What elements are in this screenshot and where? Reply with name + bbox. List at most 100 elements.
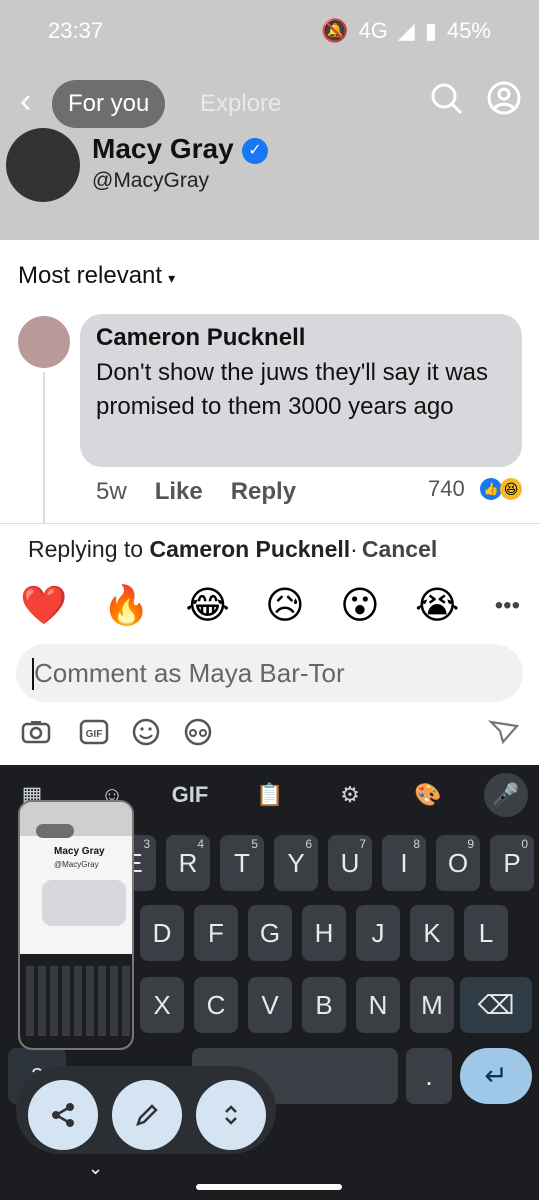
battery-label: 45% <box>446 18 491 43</box>
preview-comment <box>42 880 126 926</box>
backspace-key[interactable]: ⌫ <box>460 977 532 1033</box>
emoji-icon[interactable] <box>130 716 162 748</box>
signal-icon: ◢ <box>397 18 415 43</box>
screenshot-actions <box>16 1066 276 1154</box>
key-o[interactable]: O9 <box>436 835 480 891</box>
key-g[interactable]: G <box>248 905 292 961</box>
key-t-label: T <box>234 848 250 878</box>
sort-label: Most relevant <box>18 262 163 289</box>
comments-sheet: Most relevant ▾ Cameron Pucknell Don't sh… <box>0 240 539 765</box>
camera-icon[interactable] <box>20 716 52 748</box>
pencil-icon <box>136 1104 158 1126</box>
key-o-label: O <box>447 848 469 878</box>
screen: 23:37 🔕 4G ◢ ▮ 45% ‹ For you Explore Mac… <box>0 0 539 1200</box>
key-t-num: 5 <box>251 837 258 851</box>
key-r-label: R <box>178 848 198 878</box>
reaction-count[interactable]: 740 <box>428 476 465 502</box>
key-e-num: 3 <box>143 837 150 851</box>
key-v[interactable]: V <box>248 977 292 1033</box>
comment-actions: 5w Like Reply <box>96 478 296 506</box>
comment-bubble[interactable]: Cameron Pucknell Don't show the juws the… <box>80 314 522 467</box>
emoji-cry[interactable]: 😭 <box>415 584 459 628</box>
key-f[interactable]: F <box>194 905 238 961</box>
key-b[interactable]: B <box>302 977 346 1033</box>
text-caret <box>32 658 34 690</box>
enter-icon: ↵ <box>484 1060 508 1091</box>
reply-button[interactable]: Reply <box>231 478 296 506</box>
send-icon[interactable] <box>488 716 520 748</box>
enter-key[interactable]: ↵ <box>460 1048 532 1104</box>
network-label: 4G <box>358 18 388 43</box>
keyboard-gif-button[interactable]: GIF <box>170 775 210 815</box>
avatar-sticker-icon[interactable] <box>182 716 214 748</box>
key-c[interactable]: C <box>194 977 238 1033</box>
key-u[interactable]: U7 <box>328 835 372 891</box>
like-reaction-icon: 👍 <box>480 478 502 500</box>
settings-gear-icon[interactable]: ⚙ <box>330 775 370 815</box>
key-x[interactable]: X <box>140 977 184 1033</box>
profile-icon[interactable] <box>486 80 522 116</box>
key-t[interactable]: T5 <box>220 835 264 891</box>
palette-icon[interactable]: 🎨 <box>408 775 448 815</box>
back-icon[interactable]: ‹ <box>20 82 31 121</box>
key-l[interactable]: L <box>464 905 508 961</box>
expand-icon <box>225 1105 237 1125</box>
clipboard-icon[interactable]: 📋 <box>250 775 290 815</box>
key-h[interactable]: H <box>302 905 346 961</box>
key-u-num: 7 <box>359 837 366 851</box>
composer-tools: GIF <box>20 716 520 752</box>
battery-icon: ▮ <box>424 18 437 43</box>
home-indicator[interactable] <box>196 1184 342 1190</box>
key-i-label: I <box>400 848 408 878</box>
commenter-avatar[interactable] <box>18 316 70 368</box>
page-name[interactable]: Macy Gray <box>92 133 234 165</box>
gif-icon[interactable]: GIF <box>78 716 110 748</box>
edit-button[interactable] <box>112 1080 182 1150</box>
key-y[interactable]: Y6 <box>274 835 318 891</box>
like-button[interactable]: Like <box>155 478 203 506</box>
more-emojis-icon[interactable]: ••• <box>495 592 520 620</box>
nav-down-icon[interactable]: ⌄ <box>88 1158 108 1178</box>
emoji-fire[interactable]: 🔥 <box>103 584 150 628</box>
key-m[interactable]: M <box>410 977 454 1033</box>
key-n[interactable]: N <box>356 977 400 1033</box>
key-p-label: P <box>503 848 521 878</box>
emoji-wow[interactable]: 😮 <box>340 584 380 628</box>
comment-author[interactable]: Cameron Pucknell <box>96 324 506 352</box>
chevron-down-icon: ▾ <box>168 270 176 286</box>
key-u-label: U <box>340 848 360 878</box>
emoji-sad[interactable]: 😥 <box>265 584 305 628</box>
replying-prefix: Replying to <box>28 536 150 562</box>
expand-button[interactable] <box>196 1080 266 1150</box>
key-p[interactable]: P0 <box>490 835 534 891</box>
key-i[interactable]: I8 <box>382 835 426 891</box>
thread-line <box>43 372 45 524</box>
key-r[interactable]: R4 <box>166 835 210 891</box>
tab-explore[interactable]: Explore <box>200 90 281 118</box>
key-p-num: 0 <box>521 837 528 851</box>
cancel-reply-button[interactable]: Cancel <box>362 536 437 562</box>
key-d[interactable]: D <box>140 905 184 961</box>
key-k[interactable]: K <box>410 905 454 961</box>
key-j[interactable]: J <box>356 905 400 961</box>
comment-input[interactable]: Comment as Maya Bar-Tor <box>16 644 523 702</box>
share-button[interactable] <box>28 1080 98 1150</box>
sort-dropdown[interactable]: Most relevant ▾ <box>18 262 175 290</box>
screenshot-preview[interactable]: Macy Gray @MacyGray <box>18 800 134 1050</box>
tab-for-you[interactable]: For you <box>52 80 166 128</box>
emoji-heart[interactable]: ❤️ <box>20 584 67 628</box>
mute-icon: 🔕 <box>321 18 349 43</box>
status-right: 🔕 4G ◢ ▮ 45% <box>321 18 491 44</box>
haha-reaction-icon: 😆 <box>500 478 522 500</box>
page-avatar[interactable] <box>6 128 80 202</box>
svg-text:GIF: GIF <box>86 729 103 740</box>
key-o-num: 9 <box>467 837 474 851</box>
key-y-label: Y <box>287 848 305 878</box>
preview-tab <box>36 824 74 838</box>
mic-icon: 🎤 <box>492 782 520 807</box>
preview-keys <box>26 966 130 1036</box>
emoji-laugh[interactable]: 😂 <box>185 584 229 628</box>
search-icon[interactable] <box>428 80 464 116</box>
share-icon <box>52 1103 74 1127</box>
period-key[interactable]: . <box>406 1048 452 1104</box>
